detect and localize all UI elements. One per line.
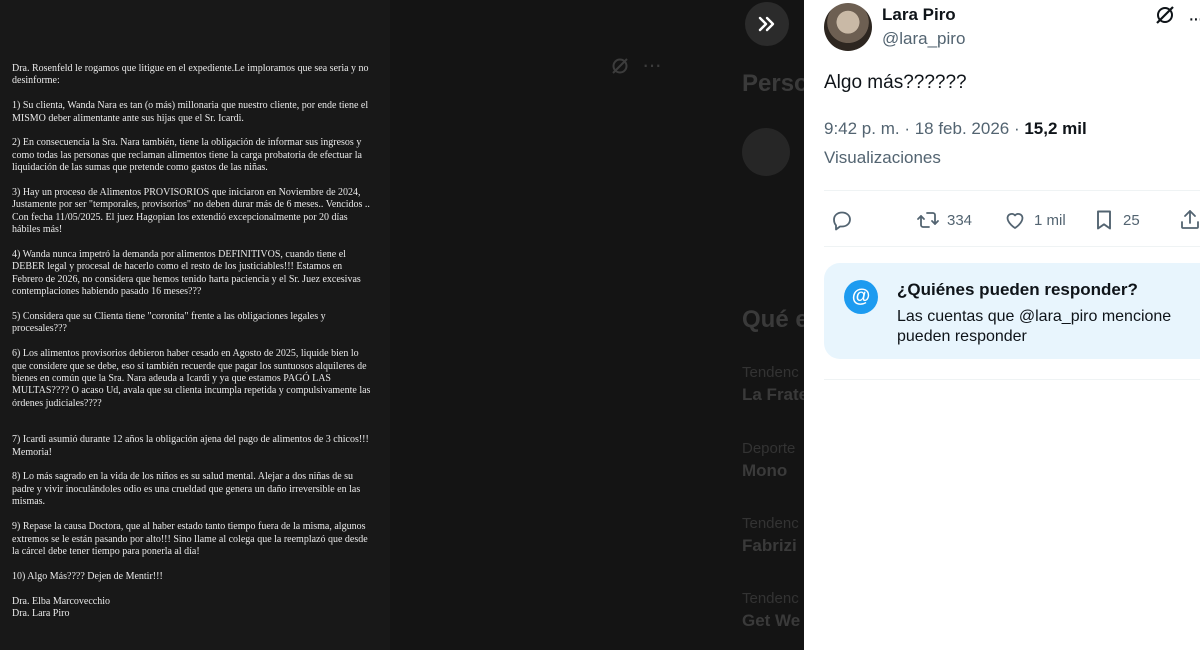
- share-button[interactable]: [1178, 206, 1200, 234]
- letter-paragraph: Dra. Rosenfeld le rogamos que litigue en…: [12, 63, 369, 87]
- letter-paragraph: 3) Hay un proceso de Alimentos PROVISORI…: [12, 187, 370, 236]
- divider: [824, 379, 1200, 380]
- letter-paragraph: 7) Icardi asumió durante 12 años la obli…: [12, 434, 369, 458]
- letter-paragraph: 4) Wanda nunca impetró la demanda por al…: [12, 249, 361, 298]
- background-heading: Perso: [742, 70, 804, 97]
- views-label: Visualizaciones: [824, 148, 941, 167]
- letter-paragraph: 5) Considera que su Clienta tiene "coron…: [12, 311, 326, 335]
- trend-item: Tendenc Fabrizi: [742, 515, 799, 555]
- divider: [824, 246, 1200, 247]
- reply-restriction-notice: @ ¿Quiénes pueden responder? Las cuentas…: [824, 263, 1200, 359]
- tweet-media-image[interactable]: Dra. Rosenfeld le rogamos que litigue en…: [0, 0, 390, 650]
- letter-paragraph: 6) Los alimentos provisorios debieron ha…: [12, 348, 371, 409]
- heart-icon: [1006, 213, 1024, 229]
- grok-icon[interactable]: [1154, 4, 1176, 26]
- grok-icon: [610, 56, 630, 82]
- avatar[interactable]: [824, 3, 872, 51]
- trend-item: Deporte Mono: [742, 440, 796, 480]
- letter-paragraph: 10) Algo Más???? Dejen de Mentir!!!: [12, 570, 163, 582]
- at-icon: @: [844, 280, 878, 314]
- more-icon[interactable]: ···: [1188, 8, 1200, 31]
- dimmed-background[interactable]: ··· Perso Qué e Tendenc La Frate Deporte…: [390, 0, 804, 650]
- reply-restriction-description: Las cuentas que @lara_piro mencione pued…: [897, 308, 1172, 345]
- views-count: 15,2 mil: [1024, 119, 1087, 138]
- reply-icon: [833, 211, 851, 231]
- letter-paragraph: 1) Su clienta, Wanda Nara es tan (o más)…: [12, 100, 369, 124]
- like-button[interactable]: 1 mil: [1003, 206, 1066, 234]
- author-handle[interactable]: @lara_piro: [882, 29, 965, 49]
- double-chevron-right-icon: [758, 16, 775, 32]
- reply-restriction-title: ¿Quiénes pueden responder?: [897, 280, 1138, 299]
- avatar: [742, 128, 790, 176]
- trend-item: Tendenc Get We: [742, 590, 801, 630]
- tweet-timestamp[interactable]: 9:42 p. m. · 18 feb. 2026 ·: [824, 119, 1024, 138]
- letter-paragraph: 8) Lo más sagrado en la vida de los niño…: [12, 471, 361, 508]
- retweet-count: 334: [947, 211, 973, 229]
- divider: [824, 190, 1200, 191]
- author-name[interactable]: Lara Piro: [882, 5, 956, 25]
- bookmark-icon: [1097, 210, 1111, 230]
- letter-paragraph: 9) Repase la causa Doctora, que al haber…: [12, 521, 368, 557]
- tweet-text: Algo más??????: [824, 72, 967, 93]
- retweet-button[interactable]: 334: [916, 206, 972, 234]
- tweet-detail-panel: Lara Piro @lara_piro ··· Algo más?????? …: [804, 0, 1200, 650]
- bookmark-count: 25: [1123, 211, 1140, 229]
- bookmark-button[interactable]: 25: [1092, 206, 1140, 234]
- reply-button[interactable]: [830, 206, 854, 234]
- retweet-icon: [917, 212, 939, 228]
- letter-text: Dra. Rosenfeld le rogamos que litigue en…: [12, 63, 372, 620]
- tweet-metadata: 9:42 p. m. · 18 feb. 2026 · 15,2 mil: [824, 119, 1087, 139]
- trend-item: Tendenc La Frate: [742, 364, 804, 404]
- like-count: 1 mil: [1034, 211, 1066, 229]
- letter-paragraph: 2) En consecuencia la Sra. Nara también,…: [12, 137, 362, 174]
- expand-button[interactable]: [745, 2, 789, 46]
- share-icon: [1181, 210, 1199, 229]
- background-heading: Qué e: [742, 306, 804, 333]
- more-icon: ···: [642, 52, 662, 77]
- letter-signature: Dra. Elba Marcovecchio Dra. Lara Piro: [12, 595, 111, 619]
